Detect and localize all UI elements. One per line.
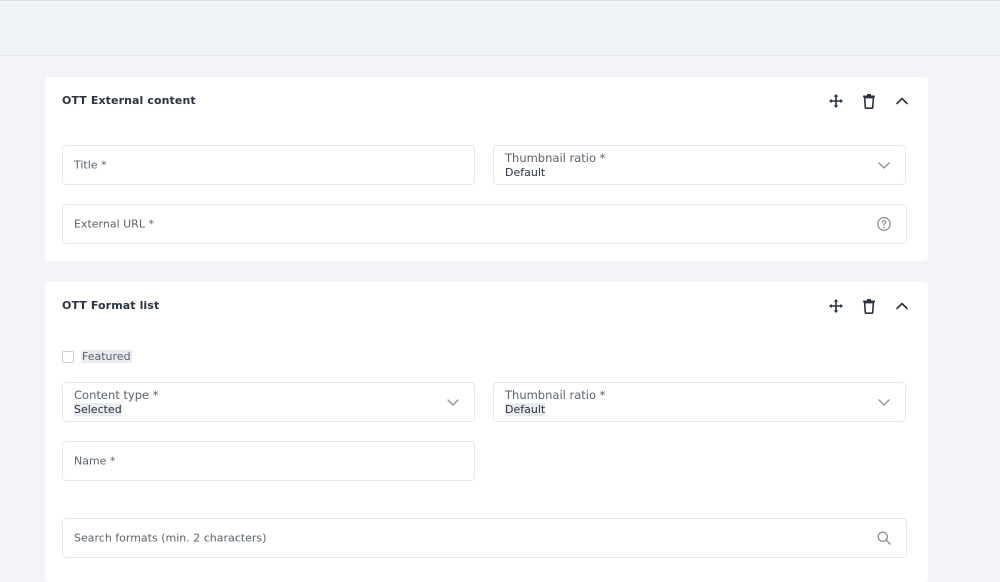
- name-field-label: Name *: [74, 454, 116, 468]
- featured-checkbox[interactable]: [62, 350, 74, 363]
- chevron-up-icon[interactable]: [892, 91, 912, 111]
- content-type-label: Content type *: [74, 388, 159, 402]
- external-url-label: External URL *: [74, 217, 154, 231]
- help-circle-icon[interactable]: [876, 216, 892, 232]
- content-type-select[interactable]: Content type * Selected: [62, 382, 475, 422]
- search-formats-placeholder: Search formats (min. 2 characters): [74, 531, 267, 545]
- search-icon[interactable]: [876, 530, 892, 546]
- page-header-band: [0, 0, 1000, 56]
- thumbnail-ratio-label: Thumbnail ratio *: [505, 151, 606, 165]
- card-title: OTT External content: [62, 94, 196, 107]
- external-url-field[interactable]: External URL *: [62, 204, 907, 244]
- ott-format-list-card: OTT Format list Featured Content type * …: [45, 282, 928, 582]
- card-title: OTT Format list: [62, 299, 160, 312]
- featured-checkbox-row[interactable]: Featured: [62, 350, 132, 363]
- chevron-up-icon[interactable]: [892, 296, 912, 316]
- name-field[interactable]: Name *: [62, 441, 475, 481]
- content-type-value: Selected: [74, 403, 122, 416]
- move-icon[interactable]: [826, 91, 846, 111]
- search-formats-input[interactable]: Search formats (min. 2 characters): [62, 518, 907, 558]
- thumbnail-ratio-select[interactable]: Thumbnail ratio * Default: [493, 382, 906, 422]
- chevron-down-icon: [877, 158, 891, 172]
- ott-external-content-card: OTT External content Title * Thumbnail r…: [45, 77, 928, 261]
- card-actions: [826, 91, 912, 111]
- trash-icon[interactable]: [859, 91, 879, 111]
- thumbnail-ratio-value: Default: [505, 403, 546, 416]
- card-actions: [826, 296, 912, 316]
- title-field[interactable]: Title *: [62, 145, 475, 185]
- thumbnail-ratio-select[interactable]: Thumbnail ratio * Default: [493, 145, 906, 185]
- title-field-label: Title *: [74, 158, 107, 172]
- chevron-down-icon: [446, 395, 460, 409]
- trash-icon[interactable]: [859, 296, 879, 316]
- thumbnail-ratio-value: Default: [505, 166, 546, 179]
- featured-label: Featured: [81, 350, 132, 363]
- chevron-down-icon: [877, 395, 891, 409]
- thumbnail-ratio-label: Thumbnail ratio *: [505, 388, 606, 402]
- move-icon[interactable]: [826, 296, 846, 316]
